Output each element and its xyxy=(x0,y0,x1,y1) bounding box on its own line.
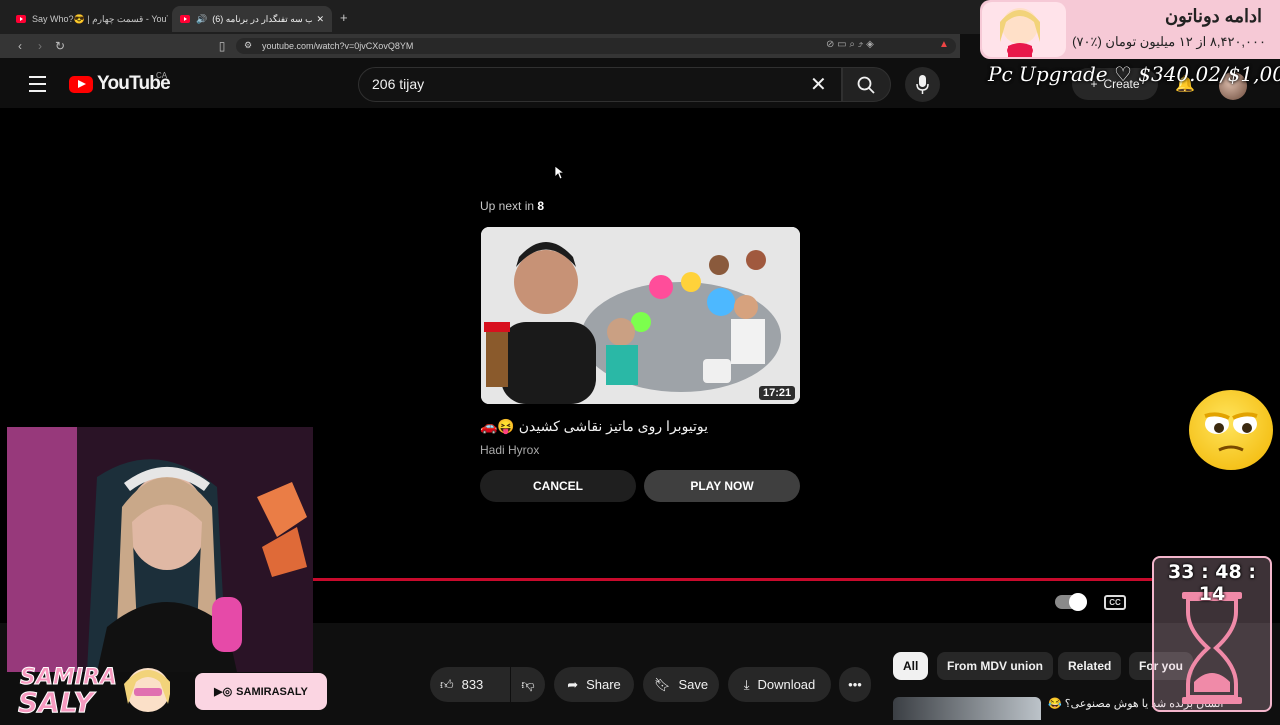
like-count: 833 xyxy=(461,677,484,692)
address-bar[interactable]: ⚙ youtube.com/watch?v=0jvCXovQ8YM ⊘ ▭ ⌕ … xyxy=(236,38,956,54)
bookmark-icon: 🔖︎ xyxy=(653,676,671,692)
tab-title: Say Who?😎 | قسمت چهارم - YouTube xyxy=(32,13,168,24)
captions-button[interactable]: CC xyxy=(1104,595,1126,610)
reload-icon[interactable]: ↻ xyxy=(52,34,68,58)
chip-from-channel[interactable]: From MDV union xyxy=(937,652,1053,680)
cartoon-avatar-icon xyxy=(982,2,1066,57)
download-button[interactable]: ⤓ Download xyxy=(728,667,831,702)
menu-icon[interactable] xyxy=(29,76,46,92)
chip-all[interactable]: All xyxy=(893,652,929,680)
new-tab-button[interactable]: + xyxy=(340,10,348,25)
url-text: youtube.com/watch?v=0jvCXovQ8YM xyxy=(262,41,414,51)
up-next-countdown: Up next in 8 xyxy=(480,199,544,213)
social-handle: SAMIRASALY xyxy=(236,685,308,698)
autoplay-toggle[interactable] xyxy=(1055,593,1087,611)
worried-face-icon xyxy=(1189,390,1273,470)
site-info-icon[interactable]: ⚙ xyxy=(244,40,252,51)
youtube-logo-icon[interactable] xyxy=(69,76,93,93)
like-button[interactable]: 👍︎ 833 xyxy=(430,667,510,702)
countdown-seconds: 8 xyxy=(537,199,545,213)
download-label: Download xyxy=(757,677,816,692)
hourglass-icon xyxy=(1182,592,1242,704)
social-handle-badge: ▶◎ SAMIRASALY xyxy=(195,673,327,710)
region-code: CA xyxy=(156,71,168,80)
video-duration-badge: 17:21 xyxy=(759,386,796,400)
youtube-favicon-icon xyxy=(16,15,26,23)
next-video-thumbnail[interactable] xyxy=(481,227,800,404)
thumbs-down-icon: 👎︎ xyxy=(521,676,535,692)
share-button[interactable]: ➦ Share xyxy=(554,667,634,702)
brave-rewards-icon[interactable]: ▲ xyxy=(939,39,949,50)
youtube-favicon-icon xyxy=(180,15,190,23)
dislike-button[interactable]: 👎︎ xyxy=(511,667,545,702)
next-video-channel[interactable]: Hadi Hyrox xyxy=(480,443,539,457)
up-next-label: Up next in xyxy=(480,199,535,213)
streamer-name-2: SALY xyxy=(18,686,96,719)
browser-tab-active[interactable]: 🔊 (6) تعجب سه تفنگدار در برنامه ✕ xyxy=(172,6,332,32)
clear-search-icon[interactable]: ✕ xyxy=(810,72,827,97)
search-button[interactable] xyxy=(842,67,891,102)
play-now-button[interactable]: PLAY NOW xyxy=(644,470,800,502)
streamer-brand-logo: SAMIRA SALY xyxy=(0,650,172,720)
recommendation-thumbnail[interactable] xyxy=(893,697,1041,720)
browser-tab[interactable]: Say Who?😎 | قسمت چهارم - YouTube xyxy=(8,6,168,32)
search-icon xyxy=(857,76,875,94)
save-label: Save xyxy=(678,677,709,692)
tab-title: (6) تعجب سه تفنگدار در برنامه xyxy=(212,13,313,24)
streamer-webcam xyxy=(7,427,313,672)
more-icon: ••• xyxy=(848,677,862,692)
close-tab-icon[interactable]: ✕ xyxy=(316,14,324,25)
forward-icon[interactable]: › xyxy=(32,34,48,58)
next-video-title[interactable]: یوتیوبرا روی ماتیز نقاشی کشیدن 😝🚗 xyxy=(480,418,800,435)
search-query: 206 tijay xyxy=(372,76,425,92)
timer-readout: 33 : 48 : 14 xyxy=(1168,561,1256,605)
donation-progress: ۸,۴۲۰,۰۰۰ از ۱۲ میلیون تومان (٪۷۰) xyxy=(1072,34,1266,49)
share-label: Share xyxy=(586,677,621,692)
voice-search-button[interactable] xyxy=(905,67,940,102)
youtube-instagram-icon: ▶◎ xyxy=(214,686,233,698)
speaker-icon: 🔊 xyxy=(196,13,208,24)
more-actions-button[interactable]: ••• xyxy=(839,667,871,702)
thumbnail-image xyxy=(481,227,800,404)
goal-text: Pc Upgrade ♡ $340.02/$1,000 xyxy=(988,62,1280,86)
webcam-feed-image xyxy=(7,427,313,672)
donation-title: ادامه دوناتون xyxy=(1164,6,1262,26)
share-icon: ➦ xyxy=(567,676,579,692)
back-icon[interactable]: ‹ xyxy=(12,34,28,58)
thumbs-up-icon: 👍︎ xyxy=(440,676,454,692)
mouse-cursor-icon xyxy=(555,166,565,180)
search-input[interactable] xyxy=(358,67,842,102)
cancel-autoplay-button[interactable]: CANCEL xyxy=(480,470,636,502)
extension-icons[interactable]: ⊘ ▭ ⌕ ⤴ ◈ xyxy=(826,39,874,50)
save-button[interactable]: 🔖︎ Save xyxy=(643,667,719,702)
download-icon: ⤓ xyxy=(743,676,750,692)
bookmark-icon[interactable]: ▯ xyxy=(214,34,230,58)
video-progress-bar[interactable] xyxy=(313,578,1153,581)
microphone-icon xyxy=(916,75,929,94)
chip-related[interactable]: Related xyxy=(1058,652,1122,680)
